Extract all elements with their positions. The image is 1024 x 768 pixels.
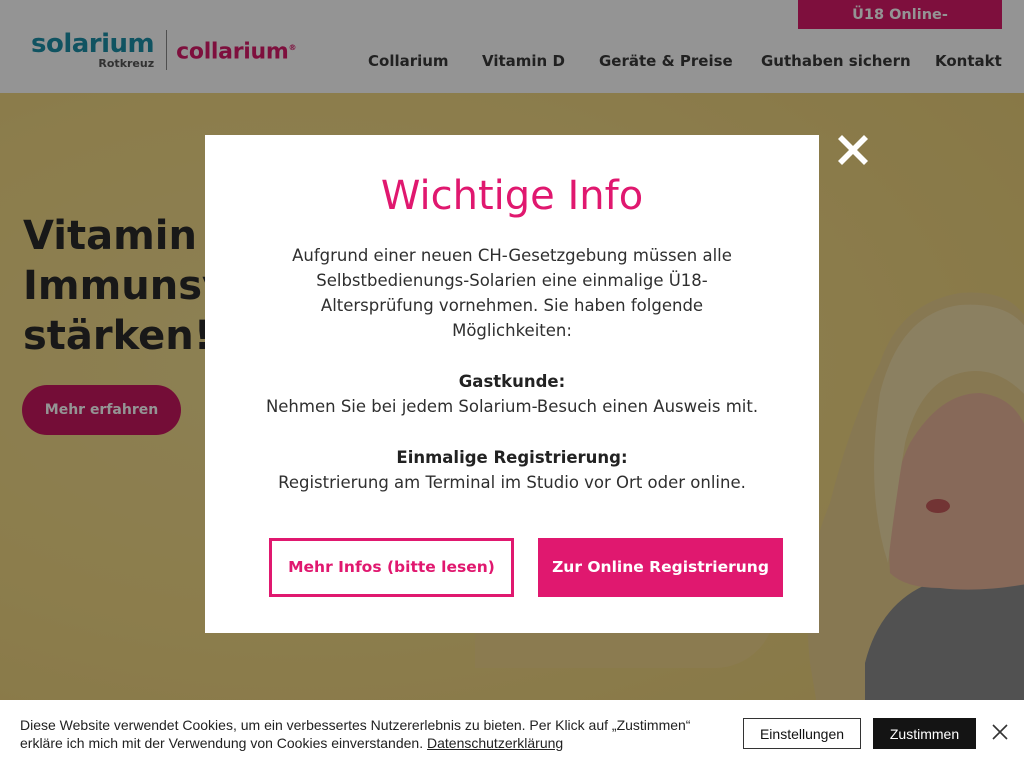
- modal-title: Wichtige Info: [380, 173, 644, 219]
- modal-intro: Aufgrund einer neuen CH-Gesetzgebung müs…: [292, 246, 732, 340]
- privacy-policy-link[interactable]: Datenschutzerklärung: [427, 735, 563, 751]
- more-info-button[interactable]: Mehr Infos (bitte lesen): [269, 538, 514, 597]
- option-guest-text: Nehmen Sie bei jedem Solarium-Besuch ein…: [265, 397, 759, 416]
- cookie-accept-button[interactable]: Zustimmen: [873, 718, 976, 749]
- info-modal: Wichtige Info Aufgrund einer neuen CH-Ge…: [205, 135, 819, 633]
- close-icon[interactable]: [990, 722, 1010, 742]
- online-registration-button[interactable]: Zur Online Registrierung: [538, 538, 783, 597]
- option-guest-heading: Gastkunde:: [458, 372, 566, 391]
- option-registration-text: Registrierung am Terminal im Studio vor …: [278, 473, 746, 492]
- modal-body: Aufgrund einer neuen CH-Gesetzgebung müs…: [265, 243, 759, 495]
- cookie-settings-button[interactable]: Einstellungen: [743, 718, 861, 749]
- cookie-banner: Diese Website verwendet Cookies, um ein …: [0, 700, 1024, 768]
- option-registration-heading: Einmalige Registrierung:: [396, 448, 628, 467]
- cookie-text: Diese Website verwendet Cookies, um ein …: [20, 716, 720, 752]
- cookie-message: Diese Website verwendet Cookies, um ein …: [20, 717, 691, 751]
- close-icon[interactable]: [836, 133, 870, 167]
